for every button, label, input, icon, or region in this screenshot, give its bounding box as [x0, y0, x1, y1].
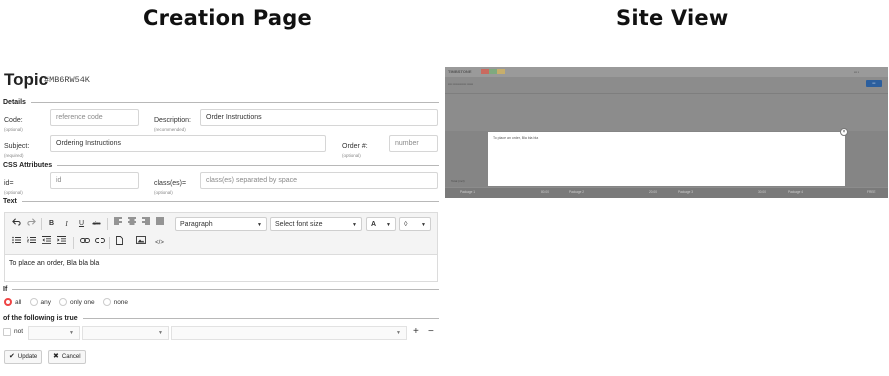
order-input[interactable]: number	[389, 135, 438, 152]
outdent-icon[interactable]	[40, 236, 53, 250]
document-icon[interactable]	[113, 236, 126, 250]
not-label: not	[14, 328, 24, 335]
numbered-list-icon[interactable]	[25, 236, 38, 250]
package-name: Package 2	[569, 190, 585, 194]
undo-icon[interactable]	[10, 217, 23, 231]
chevron-down-icon: ▼	[352, 222, 357, 228]
align-right-icon[interactable]	[139, 217, 152, 231]
close-icon[interactable]: ×	[840, 128, 848, 136]
radio-icon	[29, 298, 38, 306]
flag-icon	[497, 69, 505, 74]
redo-icon[interactable]	[25, 217, 38, 231]
unlink-icon[interactable]	[93, 236, 106, 250]
package-price: 80.00	[541, 190, 549, 194]
if-section: If	[3, 284, 439, 294]
align-justify-icon[interactable]	[153, 217, 166, 231]
package-price: FREE	[867, 190, 876, 194]
description-input[interactable]: Order Instructions	[200, 109, 438, 126]
italic-button[interactable]: I	[60, 217, 73, 231]
align-center-icon[interactable]	[125, 217, 138, 231]
details-section: Details	[3, 97, 439, 107]
add-condition-button[interactable]: +	[413, 326, 419, 337]
align-left-icon[interactable]	[111, 217, 124, 231]
text-color-select[interactable]: A ▼	[366, 217, 396, 231]
site-header	[445, 67, 888, 77]
creation-form: Topic #MB6RW54K Details Code: (optional) …	[0, 68, 442, 376]
font-size-select[interactable]: Select font size ▼	[270, 217, 362, 231]
package-price: 30.00	[758, 190, 766, 194]
if-option-none[interactable]: none	[102, 298, 128, 306]
chevron-down-icon: ▼	[257, 222, 262, 228]
chevron-down-icon: ▼	[386, 222, 391, 228]
description-label: Description: (recommended)	[154, 117, 191, 132]
condition-field-select[interactable]: ▼	[82, 326, 169, 340]
condition-type-select[interactable]: ▼	[28, 326, 80, 340]
site-package-row: Package 1 80.00 Package 2 20.00 Package …	[445, 188, 888, 198]
condition-row: not ▼ ▼ ▼ + −	[3, 326, 439, 340]
creation-page-heading: Creation Page	[143, 6, 312, 30]
if-option-any[interactable]: any	[29, 298, 51, 306]
source-code-button[interactable]: </>	[153, 236, 166, 250]
bold-button[interactable]: B	[45, 217, 58, 231]
flag-icon	[489, 69, 497, 74]
text-editor[interactable]: To place an order, Bla bla bla	[4, 254, 438, 282]
if-radio-group: all any only one none	[4, 296, 136, 308]
code-input[interactable]: reference code	[50, 109, 139, 126]
following-section: of the following is true	[3, 313, 439, 323]
chevron-down-icon: ▼	[158, 330, 163, 336]
condition-value-select[interactable]: ▼	[171, 326, 407, 340]
site-notice-placeholder: ▪▪▪▪ ▪▪▪▪▪▪▪▪▪▪▪▪ ▪▪▪▪▪▪	[448, 82, 474, 86]
if-option-only-one[interactable]: only one	[59, 298, 95, 306]
subject-label: Subject: (required)	[4, 143, 30, 158]
radio-icon	[59, 298, 67, 306]
site-order-button[interactable]: ▪▪▪	[866, 80, 882, 87]
update-button[interactable]: ✔ Update	[4, 350, 43, 364]
package-name: Package 3	[678, 190, 694, 194]
css-id-input[interactable]: id	[50, 172, 139, 189]
chevron-down-icon: ▼	[69, 330, 74, 336]
css-id-label: id= (optional)	[4, 180, 23, 195]
indent-icon[interactable]	[55, 236, 68, 250]
chevron-down-icon: ▼	[396, 330, 401, 336]
checkmark-icon: ✔	[9, 353, 15, 360]
package-name: Package 4	[788, 190, 804, 194]
flag-icon	[481, 69, 489, 74]
underline-button[interactable]: U	[75, 217, 88, 231]
subject-input[interactable]: Ordering Instructions	[50, 135, 326, 152]
site-view-heading: Site View	[616, 6, 729, 30]
cancel-button[interactable]: ✖ Cancel	[48, 350, 86, 364]
if-option-all[interactable]: all	[4, 298, 22, 306]
css-class-input[interactable]: class(es) separated by space	[200, 172, 438, 189]
remove-condition-button[interactable]: −	[428, 326, 434, 337]
site-menu-placeholder: ▪▪▪ ▪	[854, 70, 860, 74]
radio-icon	[102, 298, 111, 306]
site-modal-text: To place an order, Bla bla bla	[493, 136, 539, 140]
site-view-screenshot: TIMBSTONE ▪▪▪ ▪ ▪▪▪▪ ▪▪▪▪▪▪▪▪▪▪▪▪ ▪▪▪▪▪▪…	[445, 67, 888, 198]
strikethrough-button[interactable]: abc	[90, 217, 103, 231]
css-attributes-section: CSS Attributes	[3, 160, 439, 170]
code-label: Code: (optional)	[4, 117, 23, 132]
bullet-list-icon[interactable]	[10, 236, 23, 250]
order-label: Order #: (optional)	[342, 143, 368, 158]
radio-selected-icon	[4, 298, 12, 306]
close-icon: ✖	[53, 353, 59, 360]
highlight-color-select[interactable]: ◊ ▼	[399, 217, 431, 231]
not-checkbox[interactable]	[3, 328, 11, 336]
editor-toolbar: B I U abc Paragraph ▼ Select font size ▼ A…	[4, 212, 438, 254]
site-total-label: Total (incl)	[451, 179, 465, 183]
image-icon[interactable]	[134, 236, 147, 250]
link-icon[interactable]	[78, 236, 91, 250]
paint-drop-icon: ◊	[404, 221, 408, 228]
css-class-label: class(es)= (optional)	[154, 180, 187, 195]
package-price: 20.00	[649, 190, 657, 194]
text-section: Text	[3, 196, 439, 206]
site-modal: To place an order, Bla bla bla	[488, 132, 845, 186]
package-name: Package 1	[460, 190, 476, 194]
paragraph-select[interactable]: Paragraph ▼	[175, 217, 267, 231]
site-logo: TIMBSTONE	[448, 69, 472, 74]
topic-title: Topic	[4, 70, 49, 89]
chevron-down-icon: ▼	[421, 222, 426, 228]
topic-id: #MB6RW54K	[44, 75, 90, 85]
